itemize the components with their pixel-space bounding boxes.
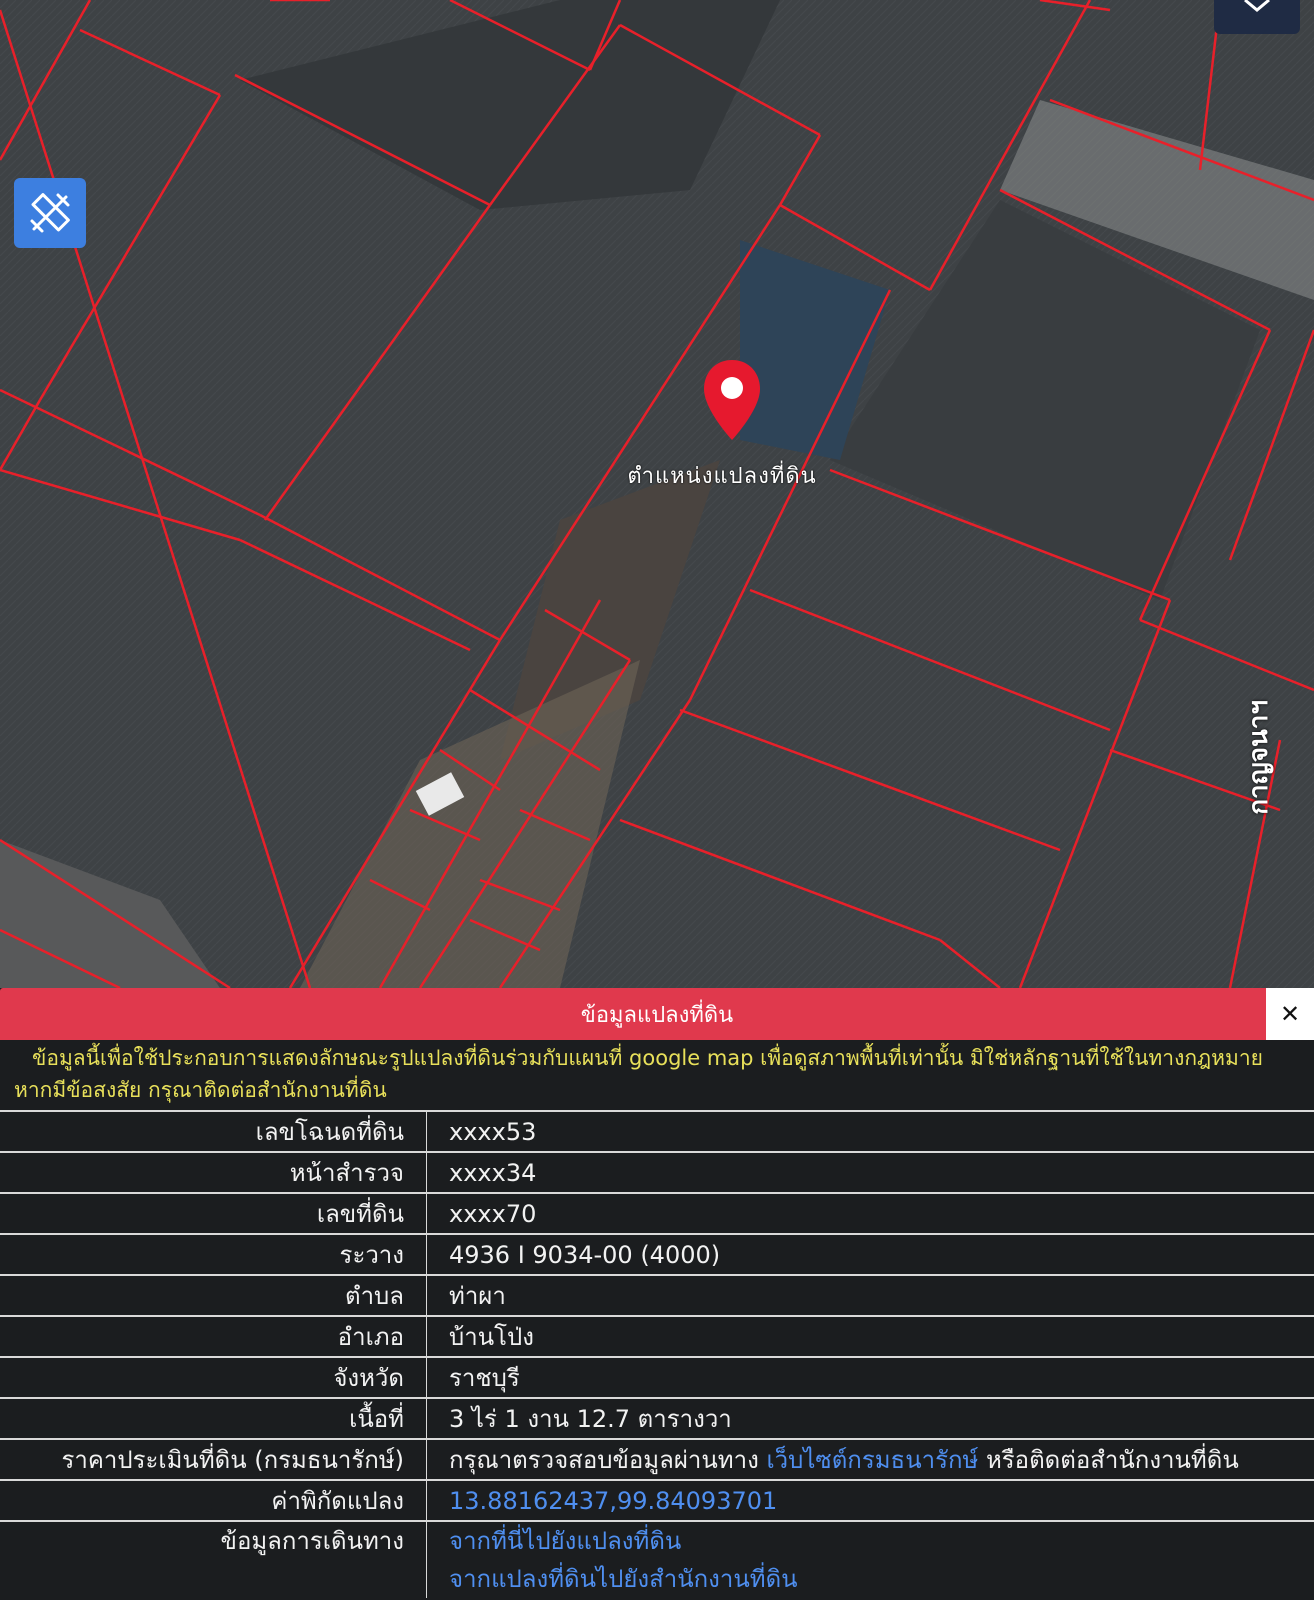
pin-label: ตำแหน่งแปลงที่ดิน [627, 464, 817, 489]
road-label: กาญจนาฯ [1244, 700, 1274, 815]
row-key: ระวาง [0, 1233, 427, 1275]
row-key: เลขที่ดิน [0, 1192, 427, 1234]
measure-tool-button[interactable] [14, 178, 86, 248]
price-prefix: กรุณาตรวจสอบข้อมูลผ่านทาง [449, 1446, 759, 1474]
map-pin-icon[interactable] [701, 358, 763, 442]
row-key: จังหวัด [0, 1356, 427, 1398]
chevron-down-icon [1244, 0, 1270, 12]
panel-title: ข้อมูลแปลงที่ดิน [580, 1002, 734, 1028]
parcel-info-table: เลขโฉนดที่ดิน xxxx53 หน้าสำรวจ xxxx34 เล… [0, 1110, 1314, 1598]
directions-to-parcel-link[interactable]: จากที่นี่ไปยังแปลงที่ดิน [449, 1522, 1314, 1560]
table-row-coords: ค่าพิกัดแปลง 13.88162437,99.84093701 [0, 1479, 1314, 1521]
row-value: 13.88162437,99.84093701 [426, 1479, 1314, 1521]
directions-to-land-office-link[interactable]: จากแปลงที่ดินไปยังสำนักงานที่ดิน [449, 1560, 1314, 1598]
table-row: เนื้อที่ 3 ไร่ 1 งาน 12.7 ตารางวา [0, 1397, 1314, 1439]
row-value: ราชบุรี [426, 1356, 1314, 1398]
row-key: อำเภอ [0, 1315, 427, 1357]
row-value: 4936 I 9034-00 (4000) [426, 1233, 1314, 1275]
layers-toggle-button[interactable] [1214, 0, 1300, 34]
row-key: ราคาประเมินที่ดิน (กรมธนารักษ์) [0, 1438, 427, 1480]
table-row: เลขที่ดิน xxxx70 [0, 1192, 1314, 1234]
row-key: ตำบล [0, 1274, 427, 1316]
row-value: xxxx53 [426, 1110, 1314, 1152]
price-suffix: หรือติดต่อสำนักงานที่ดิน [985, 1446, 1239, 1474]
table-row-travel: ข้อมูลการเดินทาง จากที่นี่ไปยังแปลงที่ดิ… [0, 1520, 1314, 1598]
row-value: ท่าผา [426, 1274, 1314, 1316]
disclaimer-line-2: หากมีข้อสงสัย กรุณาติดต่อสำนักงานที่ดิน [14, 1078, 387, 1102]
table-row: อำเภอ บ้านโป่ง [0, 1315, 1314, 1357]
satellite-map[interactable]: ตำแหน่งแปลงที่ดิน กาญจนาฯ [0, 0, 1314, 988]
disclaimer-line-1: ข้อมูลนี้เพื่อใช้ประกอบการแสดงลักษณะรูปแ… [32, 1046, 1263, 1070]
table-row: เลขโฉนดที่ดิน xxxx53 [0, 1110, 1314, 1152]
table-row: ระวาง 4936 I 9034-00 (4000) [0, 1233, 1314, 1275]
row-value: กรุณาตรวจสอบข้อมูลผ่านทาง เว็บไซต์กรมธนา… [426, 1438, 1314, 1480]
disclaimer: ข้อมูลนี้เพื่อใช้ประกอบการแสดงลักษณะรูปแ… [0, 1040, 1314, 1110]
parcel-boundaries [0, 0, 1314, 988]
table-row: ตำบล ท่าผา [0, 1274, 1314, 1316]
travel-key: ข้อมูลการเดินทาง [220, 1527, 404, 1555]
table-row: หน้าสำรวจ xxxx34 [0, 1151, 1314, 1193]
table-row-price: ราคาประเมินที่ดิน (กรมธนารักษ์) กรุณาตรว… [0, 1438, 1314, 1480]
row-key: หน้าสำรวจ [0, 1151, 427, 1193]
row-key: ข้อมูลการเดินทาง [0, 1520, 427, 1598]
parcel-info-panel: ข้อมูลแปลงที่ดิน ✕ ข้อมูลนี้เพื่อใช้ประก… [0, 988, 1314, 1600]
table-row: จังหวัด ราชบุรี [0, 1356, 1314, 1398]
row-value: xxxx70 [426, 1192, 1314, 1234]
row-value: บ้านโป่ง [426, 1315, 1314, 1357]
coordinates-link[interactable]: 13.88162437,99.84093701 [449, 1487, 777, 1515]
row-key: เลขโฉนดที่ดิน [0, 1110, 427, 1152]
panel-header: ข้อมูลแปลงที่ดิน ✕ [0, 988, 1314, 1040]
row-key: ค่าพิกัดแปลง [0, 1479, 427, 1521]
row-value: 3 ไร่ 1 งาน 12.7 ตารางวา [426, 1397, 1314, 1439]
row-value: xxxx34 [426, 1151, 1314, 1193]
ruler-pencil-icon [30, 193, 70, 233]
row-value: จากที่นี่ไปยังแปลงที่ดิน จากแปลงที่ดินไป… [426, 1520, 1314, 1598]
treasury-website-link[interactable]: เว็บไซต์กรมธนารักษ์ [766, 1446, 978, 1474]
close-button[interactable]: ✕ [1266, 988, 1314, 1040]
row-key: เนื้อที่ [0, 1397, 427, 1439]
